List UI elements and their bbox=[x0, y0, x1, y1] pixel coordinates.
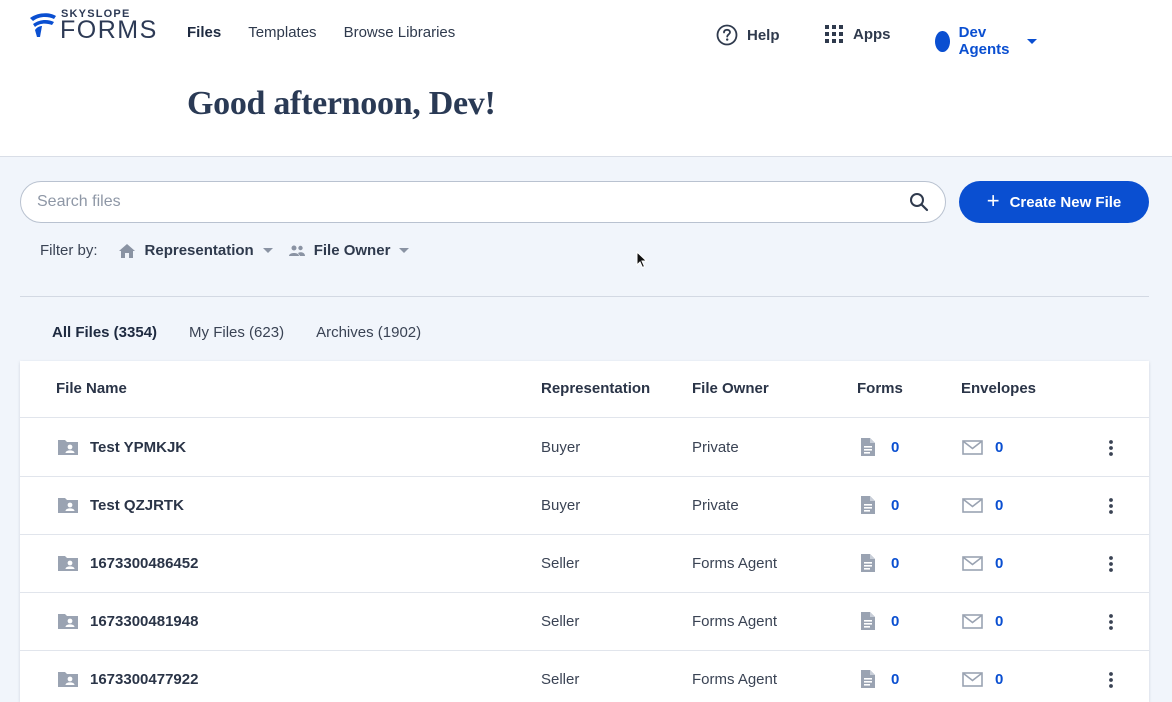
file-name[interactable]: Test YPMKJK bbox=[90, 439, 186, 456]
table-row[interactable]: 1673300481948 Seller Forms Agent 0 0 bbox=[20, 593, 1149, 651]
search-icon[interactable] bbox=[909, 192, 929, 212]
more-vertical-icon[interactable] bbox=[1106, 438, 1116, 458]
mouse-cursor-icon bbox=[636, 251, 648, 269]
page-title: Good afternoon, Dev! bbox=[187, 85, 496, 122]
folder-person-icon bbox=[58, 614, 78, 629]
apps-grid-icon bbox=[825, 25, 843, 43]
file-owner-filter[interactable]: File Owner bbox=[288, 242, 410, 259]
envelopes-count[interactable]: 0 bbox=[995, 439, 1003, 456]
more-vertical-icon[interactable] bbox=[1106, 670, 1116, 690]
representation-filter-label: Representation bbox=[144, 242, 254, 259]
nav-templates[interactable]: Templates bbox=[248, 24, 316, 41]
file-owner: Forms Agent bbox=[692, 555, 778, 572]
nav-files[interactable]: Files bbox=[187, 24, 221, 41]
file-representation: Buyer bbox=[541, 439, 581, 456]
apps-label: Apps bbox=[853, 25, 891, 43]
column-header-file-owner[interactable]: File Owner bbox=[692, 380, 769, 397]
folder-person-icon bbox=[58, 440, 78, 455]
document-icon bbox=[861, 670, 875, 688]
column-header-forms[interactable]: Forms bbox=[857, 380, 903, 397]
file-name[interactable]: 1673300486452 bbox=[90, 555, 198, 572]
column-header-file-name[interactable]: File Name bbox=[56, 380, 127, 397]
plus-icon: + bbox=[986, 188, 1000, 213]
file-tabs: All Files (3354) My Files (623) Archives… bbox=[52, 324, 421, 341]
folder-person-icon bbox=[58, 498, 78, 513]
chevron-down-icon bbox=[262, 248, 273, 253]
envelope-icon bbox=[962, 672, 983, 687]
tab-archives[interactable]: Archives (1902) bbox=[316, 324, 421, 341]
help-label: Help bbox=[747, 26, 780, 44]
document-icon bbox=[861, 554, 875, 572]
avatar bbox=[935, 30, 950, 52]
forms-count[interactable]: 0 bbox=[891, 671, 899, 688]
file-name[interactable]: 1673300477922 bbox=[90, 671, 198, 688]
representation-filter[interactable]: Representation bbox=[118, 242, 273, 259]
envelopes-count[interactable]: 0 bbox=[995, 497, 1003, 514]
create-new-file-label: Create New File bbox=[1009, 193, 1122, 211]
forms-count[interactable]: 0 bbox=[891, 439, 899, 456]
forms-count[interactable]: 0 bbox=[891, 555, 899, 572]
section-divider bbox=[20, 296, 1149, 297]
table-header: File Name Representation File Owner Form… bbox=[20, 361, 1149, 418]
more-vertical-icon[interactable] bbox=[1106, 554, 1116, 574]
app-header: SKYSLOPE FORMS Files Templates Browse Li… bbox=[0, 0, 1172, 157]
column-header-envelopes[interactable]: Envelopes bbox=[961, 380, 1036, 397]
help-button[interactable]: Help bbox=[716, 24, 780, 46]
user-menu[interactable]: Dev Agents bbox=[935, 24, 1037, 58]
envelope-icon bbox=[962, 440, 983, 455]
envelope-icon bbox=[962, 556, 983, 571]
logo-main-text: FORMS bbox=[60, 16, 158, 44]
main-nav: Files Templates Browse Libraries bbox=[187, 24, 455, 41]
files-table: File Name Representation File Owner Form… bbox=[20, 361, 1149, 702]
file-owner: Forms Agent bbox=[692, 613, 778, 630]
envelopes-count[interactable]: 0 bbox=[995, 671, 1003, 688]
search-input[interactable] bbox=[37, 193, 909, 211]
forms-count[interactable]: 0 bbox=[891, 497, 899, 514]
people-icon bbox=[288, 245, 305, 256]
file-representation: Seller bbox=[541, 671, 580, 688]
more-vertical-icon[interactable] bbox=[1106, 612, 1116, 632]
chevron-down-icon bbox=[1026, 38, 1037, 44]
file-owner: Private bbox=[692, 439, 739, 456]
chevron-down-icon bbox=[399, 248, 410, 253]
file-owner: Private bbox=[692, 497, 739, 514]
file-owner: Forms Agent bbox=[692, 671, 778, 688]
filter-label: Filter by: bbox=[40, 242, 98, 259]
file-representation: Seller bbox=[541, 555, 580, 572]
file-representation: Buyer bbox=[541, 497, 581, 514]
file-name[interactable]: Test QZJRTK bbox=[90, 497, 184, 514]
skyslope-forms-logo[interactable]: SKYSLOPE FORMS bbox=[28, 8, 156, 44]
home-icon bbox=[118, 243, 135, 258]
file-representation: Seller bbox=[541, 613, 580, 630]
apps-button[interactable]: Apps bbox=[824, 24, 891, 44]
column-header-representation[interactable]: Representation bbox=[541, 380, 650, 397]
document-icon bbox=[861, 438, 875, 456]
table-row[interactable]: Test QZJRTK Buyer Private 0 0 bbox=[20, 477, 1149, 535]
table-row[interactable]: 1673300486452 Seller Forms Agent 0 0 bbox=[20, 535, 1149, 593]
forms-count[interactable]: 0 bbox=[891, 613, 899, 630]
tab-my-files[interactable]: My Files (623) bbox=[189, 324, 284, 341]
tab-all-files[interactable]: All Files (3354) bbox=[52, 324, 157, 341]
document-icon bbox=[861, 612, 875, 630]
create-new-file-button[interactable]: + Create New File bbox=[959, 181, 1149, 223]
logo-swoosh-icon bbox=[30, 13, 56, 37]
table-row[interactable]: 1673300477922 Seller Forms Agent 0 0 bbox=[20, 651, 1149, 702]
folder-person-icon bbox=[58, 672, 78, 687]
file-owner-filter-label: File Owner bbox=[313, 242, 391, 259]
envelopes-count[interactable]: 0 bbox=[995, 555, 1003, 572]
user-name: Dev Agents bbox=[958, 24, 1010, 58]
nav-browse-libraries[interactable]: Browse Libraries bbox=[344, 24, 456, 41]
search-box[interactable] bbox=[20, 181, 946, 223]
folder-person-icon bbox=[58, 556, 78, 571]
document-icon bbox=[861, 496, 875, 514]
top-right-actions: Help Apps Dev Agents bbox=[716, 24, 1037, 58]
filter-bar: Filter by: Representation File Owner bbox=[40, 242, 410, 259]
table-row[interactable]: Test YPMKJK Buyer Private 0 0 bbox=[20, 419, 1149, 477]
more-vertical-icon[interactable] bbox=[1106, 496, 1116, 516]
help-circle-icon bbox=[716, 24, 738, 46]
envelope-icon bbox=[962, 614, 983, 629]
envelopes-count[interactable]: 0 bbox=[995, 613, 1003, 630]
envelope-icon bbox=[962, 498, 983, 513]
file-name[interactable]: 1673300481948 bbox=[90, 613, 198, 630]
